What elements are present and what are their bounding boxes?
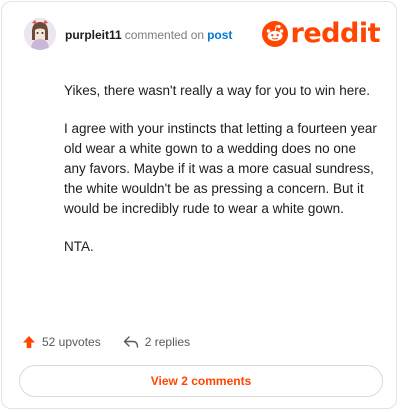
upvote-arrow-icon — [23, 336, 35, 348]
avatar[interactable] — [24, 18, 56, 50]
comment-header: purpleit11 commented on post reddit — [24, 18, 381, 52]
comment-card: purpleit11 commented on post reddit Yikes,… — [1, 1, 397, 409]
comment-body: Yikes, there wasn't really a way for you… — [64, 81, 378, 275]
comment-paragraph: I agree with your instincts that letting… — [64, 121, 377, 216]
comment-paragraph: Yikes, there wasn't really a way for you… — [64, 83, 370, 98]
reddit-wordmark: reddit — [290, 18, 381, 49]
comment-actions: 52 upvotes 2 replies — [22, 332, 190, 352]
upvote-button[interactable]: 52 upvotes — [22, 335, 101, 349]
commented-on-text: commented on — [124, 28, 205, 42]
replies-count: 2 replies — [144, 335, 191, 349]
comment-meta: purpleit11 commented on post — [65, 28, 232, 42]
view-comments-button[interactable]: View 2 comments — [19, 365, 383, 397]
comment-paragraph: NTA. — [64, 239, 94, 254]
replies-button[interactable]: 2 replies — [123, 335, 190, 349]
username-link[interactable]: purpleit11 — [65, 28, 122, 42]
reddit-logo-icon — [261, 21, 288, 47]
reply-arrow-icon — [123, 336, 138, 348]
upvote-count: 52 upvotes — [42, 335, 101, 349]
reddit-logo[interactable]: reddit — [261, 18, 381, 50]
post-link[interactable]: post — [207, 28, 232, 42]
